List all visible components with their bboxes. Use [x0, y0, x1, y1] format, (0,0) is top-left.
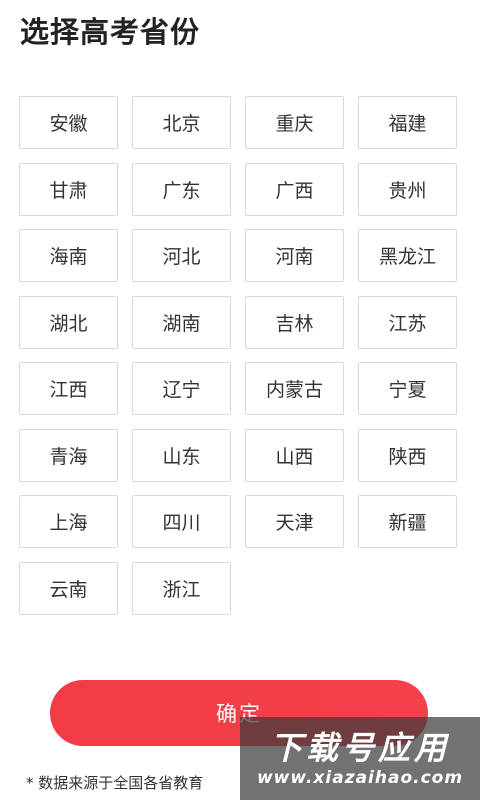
data-source-footnote: * 数据来源于全国各省教育: [26, 774, 204, 792]
province-option[interactable]: 宁夏: [358, 362, 457, 415]
province-option[interactable]: 新疆: [358, 495, 457, 548]
province-option[interactable]: 浙江: [132, 561, 231, 615]
province-option[interactable]: 湖南: [132, 295, 231, 349]
province-option[interactable]: 吉林: [245, 295, 344, 349]
province-option[interactable]: 广东: [132, 162, 231, 216]
province-option[interactable]: 上海: [19, 495, 118, 548]
province-option[interactable]: 河北: [132, 229, 231, 282]
province-option[interactable]: 天津: [245, 495, 344, 548]
province-option[interactable]: 海南: [19, 229, 118, 282]
province-option[interactable]: 重庆: [245, 96, 344, 149]
province-option[interactable]: 湖北: [19, 295, 118, 349]
province-option[interactable]: 安徽: [19, 96, 118, 149]
province-option[interactable]: 贵州: [358, 162, 457, 216]
province-option[interactable]: 陕西: [358, 428, 457, 482]
watermark-url: www.xiazaihao.com: [256, 767, 464, 788]
province-option[interactable]: 山东: [132, 428, 231, 482]
province-selection-page: 选择高考省份 安徽 北京 重庆 福建 甘肃 广东 广西 贵州 海南 河北 河南 …: [0, 0, 480, 800]
province-option[interactable]: 广西: [245, 162, 344, 216]
province-option[interactable]: 北京: [132, 96, 231, 149]
province-option[interactable]: 云南: [19, 561, 118, 615]
province-option[interactable]: 四川: [132, 495, 231, 548]
province-option[interactable]: 河南: [245, 229, 344, 282]
province-option[interactable]: 江西: [19, 362, 118, 415]
province-option[interactable]: 江苏: [358, 295, 457, 349]
watermark-overlay: 下载号应用 www.xiazaihao.com: [240, 717, 480, 800]
province-option[interactable]: 内蒙古: [245, 362, 344, 415]
province-grid: 安徽 北京 重庆 福建 甘肃 广东 广西 贵州 海南 河北 河南 黑龙江 湖北 …: [19, 96, 461, 615]
page-title: 选择高考省份: [20, 15, 201, 49]
watermark-logo-text: 下载号应用: [269, 728, 450, 767]
province-option[interactable]: 福建: [358, 96, 457, 149]
province-option[interactable]: 青海: [19, 428, 118, 482]
province-option[interactable]: 甘肃: [19, 162, 118, 216]
province-option[interactable]: 黑龙江: [358, 229, 457, 282]
province-option[interactable]: 山西: [245, 428, 344, 482]
province-option[interactable]: 辽宁: [132, 362, 231, 415]
